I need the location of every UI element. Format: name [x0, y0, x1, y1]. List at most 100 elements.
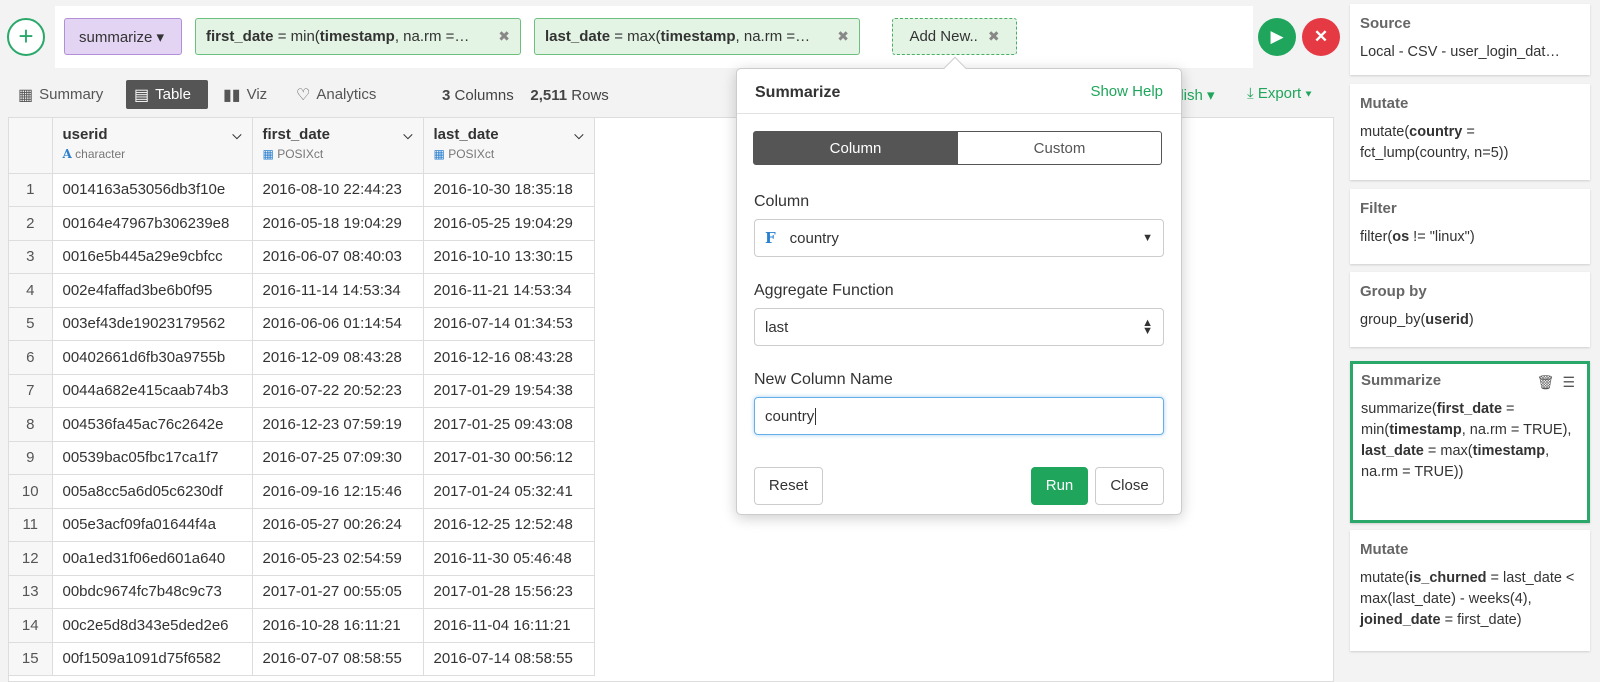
step-title: Mutate [1360, 95, 1409, 112]
table-cell[interactable]: 0014163a53056db3f10e [52, 173, 253, 207]
tab-viz[interactable]: ▮▮ Viz [215, 80, 275, 109]
column-label: Column [754, 193, 810, 210]
table-cell[interactable]: 00164e47967b306239e8 [52, 206, 253, 241]
table-cell[interactable]: 2016-10-30 18:35:18 [423, 173, 595, 207]
export-menu[interactable]: ⤓ Export ▾ [1247, 85, 1312, 102]
table-cell[interactable]: 2016-12-25 12:52:48 [423, 508, 595, 542]
table-cell[interactable]: 2016-05-25 19:04:29 [423, 206, 595, 241]
step-summarize[interactable]: Summarize 🗑 ☰ summarize(first_date = min(… [1350, 361, 1590, 523]
table-cell[interactable]: 2017-01-30 00:56:12 [423, 441, 595, 475]
table-row: 2 00164e47967b306239e8 2016-05-18 19:04:29… [9, 206, 595, 241]
table-row: 10 005a8cc5a6d05c6230df 2016-09-16 12:15:4… [9, 474, 595, 509]
column-header-userid[interactable]: userid ⌵ A character [52, 118, 253, 174]
table-row: 15 00f1509a1091d75f6582 2016-07-07 08:58:5… [9, 642, 595, 676]
table-cell[interactable]: 2016-07-07 08:58:55 [252, 642, 424, 676]
new-column-name-input[interactable]: country [754, 397, 1164, 435]
aggregate-function-select[interactable]: last ▲ ▼ [754, 308, 1164, 346]
table-cell[interactable]: 00402661d6fb30a9755b [52, 340, 253, 375]
tab-table[interactable]: ▤ Table [126, 80, 208, 109]
chevron-down-icon[interactable]: ⌵ [574, 128, 583, 143]
arg-token-last-date[interactable]: last_date = max(timestamp, na.rm =… ✖ [534, 18, 860, 55]
run-button[interactable]: Run [1031, 467, 1088, 505]
table-cell[interactable]: 2016-07-25 07:09:30 [252, 441, 424, 475]
table-cell[interactable]: 00c2e5d8d343e5ded2e6 [52, 608, 253, 643]
tab-summary[interactable]: ▦ Summary [10, 80, 111, 109]
run-command-button[interactable]: ▶ [1258, 18, 1296, 56]
tab-analytics[interactable]: ♡ Analytics [288, 80, 384, 109]
step-source[interactable]: Source Local - CSV - user_login_dat… [1350, 4, 1590, 75]
chevron-down-icon[interactable]: ⌵ [232, 128, 241, 143]
chevron-down-icon[interactable]: ⌵ [403, 128, 412, 143]
caret-down-icon: ▼ [1142, 232, 1153, 244]
table-cell[interactable]: 003ef43de19023179562 [52, 307, 253, 341]
table-cell[interactable]: 00539bac05fbc17ca1f7 [52, 441, 253, 475]
table-cell[interactable]: 2017-01-27 00:55:05 [252, 575, 424, 609]
table-cell[interactable]: 00bdc9674fc7b48c9c73 [52, 575, 253, 609]
table-cell[interactable]: 2016-10-10 13:30:15 [423, 240, 595, 274]
step-title: Group by [1360, 283, 1427, 300]
show-help-link[interactable]: Show Help [1090, 83, 1163, 100]
step-mutate-2[interactable]: Mutate mutate(is_churned = last_date < m… [1350, 530, 1590, 651]
add-step-button[interactable]: + [7, 18, 45, 56]
table-cell[interactable]: 005e3acf09fa01644f4a [52, 508, 253, 542]
table-cell[interactable]: 004536fa45ac76c2642e [52, 407, 253, 442]
table-cell[interactable]: 2016-09-16 12:15:46 [252, 474, 424, 509]
table-row: 6 00402661d6fb30a9755b 2016-12-09 08:43:28… [9, 340, 595, 375]
table-cell[interactable]: 002e4faffad3be6b0f95 [52, 273, 253, 308]
table-cell[interactable]: 2016-05-23 02:54:59 [252, 541, 424, 576]
column-header-first-date[interactable]: first_date ⌵ ▦ POSIXct [252, 118, 424, 174]
table-cell[interactable]: 2016-05-18 19:04:29 [252, 206, 424, 241]
row-number: 2 [9, 206, 53, 241]
remove-icon[interactable]: ✖ [498, 28, 510, 45]
table-cell[interactable]: 2016-11-30 05:46:48 [423, 541, 595, 576]
table-cell[interactable]: 2017-01-25 09:43:08 [423, 407, 595, 442]
row-number: 3 [9, 240, 53, 274]
table-cell[interactable]: 2016-12-16 08:43:28 [423, 340, 595, 375]
table-cell[interactable]: 2016-05-27 00:26:24 [252, 508, 424, 542]
table-cell[interactable]: 2016-12-09 08:43:28 [252, 340, 424, 375]
table-cell[interactable]: 005a8cc5a6d05c6230df [52, 474, 253, 509]
table-cell[interactable]: 2016-06-06 01:14:54 [252, 307, 424, 341]
close-button[interactable]: Close [1095, 467, 1164, 505]
table-cell[interactable]: 2016-07-14 08:58:55 [423, 642, 595, 676]
table-cell[interactable]: 0016e5b445a29e9cbfcc [52, 240, 253, 274]
table-cell[interactable]: 2016-07-22 20:52:23 [252, 374, 424, 408]
table-cell[interactable]: 2016-06-07 08:40:03 [252, 240, 424, 274]
cancel-command-button[interactable]: ✕ [1302, 18, 1340, 56]
step-filter[interactable]: Filter filter(os != "linux") [1350, 189, 1590, 264]
table-cell[interactable]: 2016-11-21 14:53:34 [423, 273, 595, 308]
table-cell[interactable]: 2017-01-28 15:56:23 [423, 575, 595, 609]
table-cell[interactable]: 2016-08-10 22:44:23 [252, 173, 424, 207]
reset-button[interactable]: Reset [754, 467, 823, 505]
tab-column[interactable]: Column [753, 131, 958, 165]
command-token-summarize[interactable]: summarize ▾ [64, 18, 182, 55]
table-cell[interactable]: 0044a682e415caab74b3 [52, 374, 253, 408]
tab-custom[interactable]: Custom [957, 131, 1162, 165]
factor-type-icon: F [765, 229, 776, 247]
column-type: A character [62, 147, 126, 161]
tab-label: Viz [246, 86, 268, 103]
column-header-last-date[interactable]: last_date ⌵ ▦ POSIXct [423, 118, 595, 174]
table-cell[interactable]: 2016-12-23 07:59:19 [252, 407, 424, 442]
step-mutate-1[interactable]: Mutate mutate(country = fct_lump(country… [1350, 84, 1590, 180]
column-select-value: country [789, 229, 839, 247]
table-cell[interactable]: 2017-01-24 05:32:41 [423, 474, 595, 509]
column-select[interactable]: F country ▼ [754, 219, 1164, 257]
table-cell[interactable]: 00f1509a1091d75f6582 [52, 642, 253, 676]
table-cell[interactable]: 2016-10-28 16:11:21 [252, 608, 424, 643]
table-cell[interactable]: 2016-07-14 01:34:53 [423, 307, 595, 341]
step-group-by[interactable]: Group by group_by(userid) [1350, 272, 1590, 347]
table-row: 12 00a1ed31f06ed601a640 2016-05-23 02:54:5… [9, 541, 595, 576]
add-new-token[interactable]: Add New.. ✖ [892, 18, 1017, 55]
table-cell[interactable]: 00a1ed31f06ed601a640 [52, 541, 253, 576]
table-cell[interactable]: 2016-11-14 14:53:34 [252, 273, 424, 308]
arg-token-first-date[interactable]: first_date = min(timestamp, na.rm =… ✖ [195, 18, 521, 55]
table-cell[interactable]: 2017-01-29 19:54:38 [423, 374, 595, 408]
menu-icon[interactable]: ☰ [1562, 374, 1575, 390]
trash-icon[interactable]: 🗑 [1537, 374, 1555, 390]
table-cell[interactable]: 2016-11-04 16:11:21 [423, 608, 595, 643]
remove-icon[interactable]: ✖ [988, 28, 1000, 45]
remove-icon[interactable]: ✖ [837, 28, 849, 45]
table-row: 13 00bdc9674fc7b48c9c73 2017-01-27 00:55:0… [9, 575, 595, 609]
character-type-icon: A [62, 147, 72, 161]
